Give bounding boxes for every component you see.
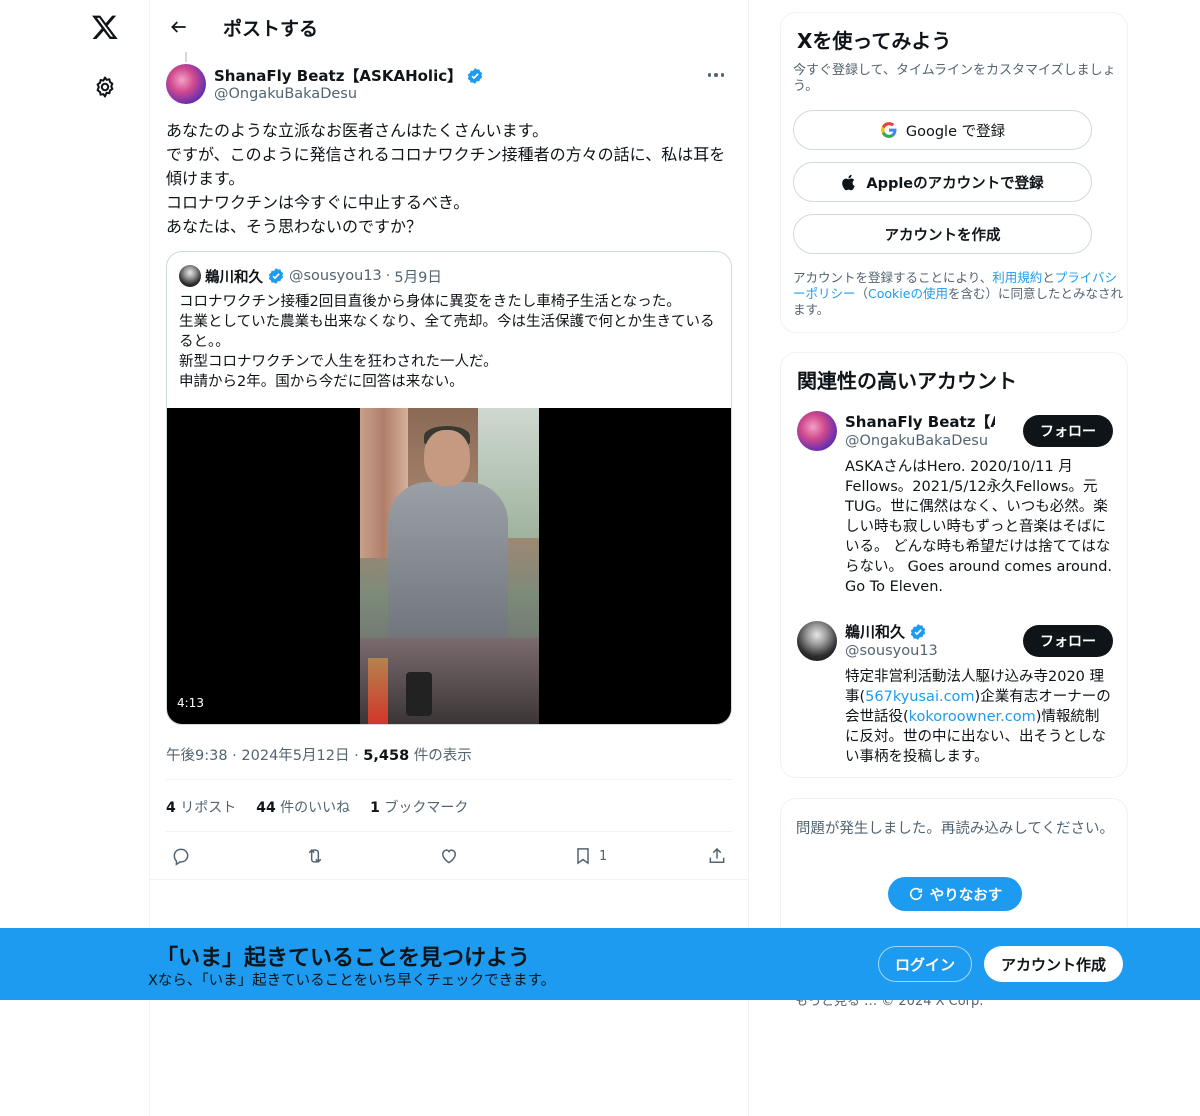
related-account-bio: 特定非営利活動法人駆け込み寺2020 理事(567kyusai.com)企業有志… — [845, 669, 1111, 765]
create-account-label: アカウントを作成 — [884, 227, 1001, 244]
verified-badge-icon — [467, 67, 483, 84]
verified-badge-icon — [268, 268, 284, 284]
quoted-post-text: コロナワクチン接種2回目直後から身体に異変をきたし車椅子生活となった。 生業とし… — [179, 294, 715, 390]
thread-connector — [185, 52, 187, 62]
quoted-post-header: 鵜川和久 @sousyou13 · 5月9日 — [179, 265, 442, 287]
arrow-left-icon[interactable] — [162, 10, 196, 44]
verified-badge-icon — [910, 623, 926, 640]
retry-label: やりなおす — [929, 887, 1003, 904]
related-account-name[interactable]: ShanaFly Beatz【ASKAHolic】 — [845, 411, 995, 432]
author-handle[interactable]: @OngakuBakaDesu — [214, 86, 357, 102]
avatar[interactable] — [797, 411, 837, 451]
post-stats: 4 リポスト 44 件のいいね 1 ブックマーク — [166, 797, 468, 817]
signup-card: Xを使ってみよう 今すぐ登録して、タイムラインをカスタマイズしましょう。 Goo… — [780, 12, 1128, 333]
apple-icon — [842, 174, 856, 190]
video-progress-bar[interactable] — [167, 724, 732, 725]
views-label: 件の表示 — [413, 748, 472, 764]
author-name-row[interactable]: ShanaFly Beatz【ASKAHolic】 — [214, 65, 484, 86]
error-message: 問題が発生しました。再読み込みしてください。 — [795, 821, 1115, 837]
video-thumbnail — [360, 408, 539, 724]
avatar[interactable] — [166, 64, 206, 104]
repost-icon[interactable] — [305, 840, 325, 872]
related-account-handle[interactable]: @OngakuBakaDesu — [845, 433, 988, 449]
related-accounts-card: 関連性の高いアカウント ShanaFly Beatz【ASKAHolic】 @O… — [780, 352, 1128, 778]
divider — [150, 879, 748, 880]
post-meta: 午後9:38 · 2024年5月12日 · 5,458 件の表示 — [166, 748, 472, 764]
banner-title: 「いま」起きていることを見つけよう — [156, 946, 531, 971]
related-account-name[interactable]: 鵜川和久 — [845, 621, 905, 642]
banner-subtitle: Xなら、「いま」起きていることをいち早くチェックできます。 — [148, 973, 556, 989]
signup-subtitle: 今すぐ登録して、タイムラインをカスタマイズしましょう。 — [793, 63, 1116, 94]
signup-title: Xを使ってみよう — [797, 29, 952, 53]
bookmarks-stat[interactable]: 1 ブックマーク — [370, 797, 468, 817]
post-date[interactable]: 2024年5月12日 — [241, 748, 349, 764]
google-signup-button[interactable]: Google で登録 — [793, 110, 1092, 150]
main-header: ポストする — [150, 0, 748, 53]
app-root: ポストする ShanaFly Beatz【ASKAHolic】 @OngakuB… — [0, 0, 1200, 1116]
post-text: あなたのような立派なお医者さんはたくさんいます。 ですが、このように発信されるコ… — [166, 121, 726, 236]
likes-stat[interactable]: 44 件のいいね — [256, 797, 350, 817]
post-actions: 1 — [166, 840, 732, 872]
heart-icon[interactable] — [439, 840, 459, 872]
quoted-author-handle: @sousyou13 — [289, 268, 382, 284]
google-icon — [881, 122, 897, 138]
share-icon[interactable] — [707, 840, 727, 872]
bookmark-count: 1 — [599, 848, 608, 864]
divider — [166, 831, 732, 832]
quoted-author-name: 鵜川和久 — [205, 269, 263, 286]
post-time[interactable]: 午後9:38 — [166, 748, 228, 764]
reposts-stat[interactable]: 4 リポスト — [166, 797, 236, 817]
bio-link[interactable]: kokoroowner.com — [909, 709, 1036, 725]
avatar[interactable] — [797, 621, 837, 661]
reply-icon[interactable] — [171, 840, 191, 872]
page-title: ポストする — [223, 18, 319, 40]
create-account-button[interactable]: アカウントを作成 — [793, 214, 1092, 254]
legal-notice: アカウントを登録することにより、利用規約とプライバシーポリシー（Cookieの使… — [793, 270, 1123, 317]
avatar — [179, 265, 201, 287]
more-icon[interactable] — [700, 66, 732, 84]
google-signup-label: Google で登録 — [905, 123, 1006, 140]
quoted-post[interactable]: 鵜川和久 @sousyou13 · 5月9日 コロナワクチン接種2回目直後から身… — [166, 251, 732, 725]
retry-button[interactable]: やりなおす — [888, 877, 1022, 911]
video-duration: 4:13 — [177, 696, 204, 710]
x-logo-icon[interactable] — [78, 0, 132, 54]
gear-icon[interactable] — [78, 60, 132, 114]
author-name[interactable]: ShanaFly Beatz【ASKAHolic】 — [214, 65, 462, 86]
related-account-bio: ASKAさんはHero. 2020/10/11 月Fellows。2021/5/… — [845, 459, 1117, 595]
cookie-link[interactable]: Cookieの使用 — [868, 286, 948, 301]
signup-button[interactable]: アカウント作成 — [984, 946, 1123, 982]
terms-link[interactable]: 利用規約 — [992, 270, 1042, 285]
divider — [166, 779, 732, 780]
login-button[interactable]: ログイン — [878, 946, 972, 982]
follow-button[interactable]: フォロー — [1023, 415, 1113, 447]
quoted-post-date: 5月9日 — [394, 269, 442, 286]
bio-link[interactable]: 567kyusai.com — [865, 689, 974, 705]
post-author: ShanaFly Beatz【ASKAHolic】 @OngakuBakaDes… — [166, 64, 732, 108]
bookmark-icon[interactable]: 1 — [573, 840, 607, 872]
apple-signup-label: Appleのアカウントで登録 — [866, 175, 1044, 192]
apple-signup-button[interactable]: Appleのアカウントで登録 — [793, 162, 1092, 202]
follow-button[interactable]: フォロー — [1023, 625, 1113, 657]
video-player[interactable]: 4:13 — [167, 408, 732, 725]
related-account-handle[interactable]: @sousyou13 — [845, 643, 938, 659]
separator-dot: · — [385, 268, 391, 284]
views-count: 5,458 — [363, 748, 410, 764]
related-account-name-row[interactable]: 鵜川和久 — [845, 621, 995, 642]
related-account-name-row[interactable]: ShanaFly Beatz【ASKAHolic】 — [845, 411, 995, 432]
refresh-icon — [909, 887, 922, 901]
related-title: 関連性の高いアカウント — [797, 369, 1017, 393]
